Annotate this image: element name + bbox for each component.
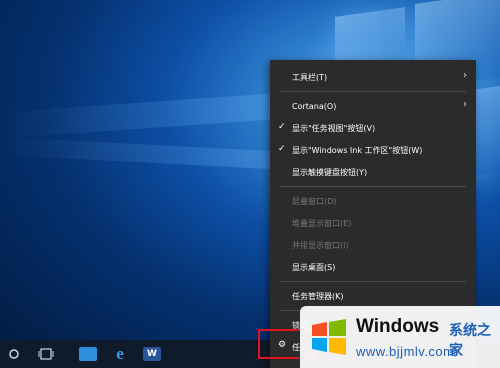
menu-item-label: 显示桌面(S) (292, 262, 336, 272)
menu-item-show-task-view[interactable]: ✓ 显示"任务视图"按钮(V) (270, 117, 476, 139)
menu-item-stack: 堆叠显示窗口(E) (270, 212, 476, 234)
menu-item-label: 显示"任务视图"按钮(V) (292, 123, 376, 133)
menu-item-show-windows-ink[interactable]: ✓ 显示"Windows Ink 工作区"按钮(W) (270, 139, 476, 161)
menu-item-label: 堆叠显示窗口(E) (292, 218, 352, 228)
watermark-title: Windows (356, 316, 440, 337)
edge-icon[interactable]: e (104, 340, 136, 368)
chevron-right-icon: › (463, 99, 467, 110)
menu-item-side-by-side: 并排显示窗口(I) (270, 234, 476, 256)
menu-separator (280, 91, 466, 92)
windows-logo-icon (312, 319, 346, 355)
search-icon[interactable] (0, 340, 28, 368)
menu-item-task-manager[interactable]: 任务管理器(K) (270, 285, 476, 307)
word-icon[interactable]: W (136, 340, 168, 368)
task-view-icon[interactable] (32, 340, 60, 368)
menu-item-label: 并排显示窗口(I) (292, 240, 349, 250)
chevron-right-icon: › (463, 70, 467, 81)
menu-item-label: 工具栏(T) (292, 72, 328, 82)
menu-item-show-touch-keyboard[interactable]: 显示触摸键盘按钮(Y) (270, 161, 476, 183)
menu-item-label: 任务管理器(K) (292, 291, 344, 301)
watermark: Windows 系统之家 www.bjjmlv.com (300, 306, 500, 368)
menu-item-label: Cortana(O) (292, 101, 337, 111)
checkmark-icon: ✓ (278, 122, 286, 132)
menu-item-cortana[interactable]: Cortana(O) › (270, 95, 476, 117)
watermark-url: www.bjjmlv.com (356, 344, 455, 359)
watermark-subtitle: 系统之家 (449, 323, 491, 359)
menu-separator (280, 281, 466, 282)
file-explorer-icon[interactable] (72, 340, 104, 368)
menu-separator (280, 186, 466, 187)
menu-item-label: 层叠窗口(D) (292, 196, 337, 206)
menu-item-cascade: 层叠窗口(D) (270, 190, 476, 212)
menu-item-show-desktop[interactable]: 显示桌面(S) (270, 256, 476, 278)
menu-item-toolbars[interactable]: 工具栏(T) › (270, 66, 476, 88)
checkmark-icon: ✓ (278, 144, 286, 154)
menu-item-label: 显示"Windows Ink 工作区"按钮(W) (292, 145, 423, 155)
menu-item-label: 显示触摸键盘按钮(Y) (292, 167, 368, 177)
